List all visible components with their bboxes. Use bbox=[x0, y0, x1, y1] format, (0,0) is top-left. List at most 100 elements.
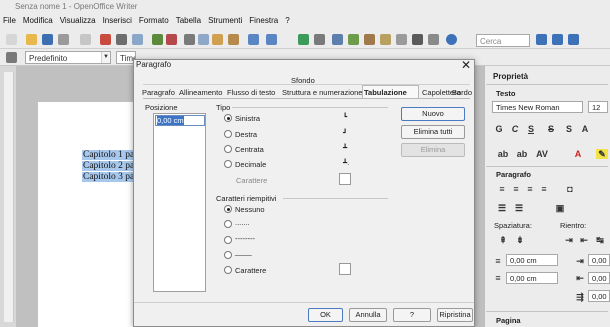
menu-modifica[interactable]: Modifica bbox=[23, 16, 53, 27]
page-section-header[interactable]: Pagina bbox=[496, 316, 521, 325]
fill-dots-label[interactable]: ....... bbox=[235, 218, 250, 227]
gallery-icon[interactable] bbox=[380, 34, 391, 45]
clear-format-icon[interactable]: A bbox=[579, 124, 591, 134]
document-page[interactable] bbox=[38, 102, 138, 327]
position-input[interactable]: 0,00 cm bbox=[155, 115, 205, 126]
cancel-button[interactable]: Annulla bbox=[349, 308, 387, 322]
autospell-icon[interactable] bbox=[166, 34, 177, 45]
paragraph-bg-icon[interactable]: ◘ bbox=[564, 184, 576, 194]
mail-icon[interactable] bbox=[58, 34, 69, 45]
tab-paragrafo[interactable]: Paragrafo bbox=[142, 88, 175, 97]
decimal-char-input[interactable] bbox=[339, 173, 351, 185]
highlight-icon[interactable]: ✎ bbox=[596, 149, 608, 159]
align-center-icon[interactable]: ≡ bbox=[510, 184, 522, 194]
type-left-label[interactable]: Sinistra bbox=[235, 114, 260, 123]
paragraph-style-select[interactable]: Predefinito ▼ bbox=[25, 51, 111, 64]
reset-button[interactable]: Ripristina bbox=[437, 308, 473, 322]
align-justify-icon[interactable]: ≡ bbox=[538, 184, 550, 194]
menu-visualizza[interactable]: Visualizza bbox=[60, 16, 96, 27]
undo-icon[interactable] bbox=[248, 34, 259, 45]
font-color-icon[interactable]: A bbox=[572, 149, 584, 159]
char-spacing-icon[interactable]: AV bbox=[536, 149, 548, 159]
type-center-label[interactable]: Centrata bbox=[235, 145, 264, 154]
save-icon[interactable] bbox=[42, 34, 53, 45]
document-line-1[interactable]: Capitolo 1 pag bbox=[82, 150, 140, 160]
fill-none-radio[interactable] bbox=[224, 205, 232, 213]
indent-before-input[interactable]: 0,00 cm bbox=[588, 254, 610, 266]
menu-help[interactable]: ? bbox=[285, 16, 289, 27]
tab-position-list[interactable] bbox=[153, 113, 206, 292]
strikethrough-icon[interactable]: S bbox=[545, 124, 557, 134]
tab-allineamento[interactable]: Allineamento bbox=[179, 88, 222, 97]
fill-dashes-radio[interactable] bbox=[224, 236, 232, 244]
close-icon[interactable]: ✕ bbox=[461, 58, 471, 72]
format-paint-icon[interactable] bbox=[228, 34, 239, 45]
tab-bordo[interactable]: Bordo bbox=[452, 88, 472, 97]
spacing-below-icon[interactable]: ⇟ bbox=[514, 235, 526, 245]
help-button[interactable]: ? bbox=[393, 308, 431, 322]
hanging-indent-icon[interactable]: ↹ bbox=[594, 235, 606, 245]
borders-icon[interactable]: ▣ bbox=[554, 203, 566, 213]
type-right-label[interactable]: Destra bbox=[235, 130, 257, 139]
type-center-radio[interactable] bbox=[224, 145, 232, 153]
numbering-icon[interactable]: ☰ bbox=[513, 203, 525, 213]
open-icon[interactable] bbox=[26, 34, 37, 45]
menu-file[interactable]: File bbox=[3, 16, 16, 27]
delete-all-button[interactable]: Elimina tutti bbox=[401, 125, 465, 139]
fill-char-radio[interactable] bbox=[224, 266, 232, 274]
fill-underscore-radio[interactable] bbox=[224, 251, 232, 259]
document-line-2[interactable]: Capitolo 2 pag bbox=[82, 161, 140, 171]
sidebar-font-name[interactable]: Times New Roman bbox=[492, 101, 583, 113]
search-input[interactable]: Cerca bbox=[476, 34, 530, 47]
menu-formato[interactable]: Formato bbox=[139, 16, 169, 27]
delete-button[interactable]: Elimina bbox=[401, 143, 465, 157]
edit-icon[interactable] bbox=[80, 34, 91, 45]
menu-finestra[interactable]: Finestra bbox=[249, 16, 278, 27]
menu-tabella[interactable]: Tabella bbox=[176, 16, 201, 27]
tab-sfondo[interactable]: Sfondo bbox=[291, 76, 315, 85]
spacing-below-input[interactable]: 0,00 cm bbox=[506, 272, 558, 284]
fill-none-label[interactable]: Nessuno bbox=[235, 205, 265, 214]
new-icon[interactable] bbox=[6, 34, 17, 45]
help-icon[interactable] bbox=[446, 34, 457, 45]
fill-underscore-label[interactable]: ____ bbox=[235, 247, 252, 256]
bold-icon[interactable]: G bbox=[493, 124, 505, 134]
cut-icon[interactable] bbox=[184, 34, 195, 45]
spacing-above-icon[interactable]: ⇞ bbox=[497, 235, 509, 245]
fill-dashes-label[interactable]: -------- bbox=[235, 234, 255, 243]
menu-strumenti[interactable]: Strumenti bbox=[208, 16, 242, 27]
hyperlink-icon[interactable] bbox=[298, 34, 309, 45]
subscript-icon[interactable]: ab bbox=[516, 149, 528, 159]
chart-icon[interactable] bbox=[348, 34, 359, 45]
italic-icon[interactable]: C bbox=[509, 124, 521, 134]
tab-tabulazione[interactable]: Tabulazione bbox=[364, 88, 407, 97]
pdf-icon[interactable] bbox=[100, 34, 111, 45]
image-icon[interactable] bbox=[332, 34, 343, 45]
find-prev-icon[interactable] bbox=[552, 34, 563, 45]
preview-icon[interactable] bbox=[132, 34, 143, 45]
type-decimal-radio[interactable] bbox=[224, 160, 232, 168]
superscript-icon[interactable]: ab bbox=[497, 149, 509, 159]
indent-after-input[interactable]: 0,00 cm bbox=[588, 272, 610, 284]
paragraph-section-header[interactable]: Paragrafo bbox=[496, 170, 531, 179]
copy-icon[interactable] bbox=[198, 34, 209, 45]
type-right-radio[interactable] bbox=[224, 130, 232, 138]
table-icon[interactable] bbox=[314, 34, 325, 45]
first-line-input[interactable]: 0,00 cm bbox=[588, 290, 610, 302]
align-right-icon[interactable]: ≡ bbox=[524, 184, 536, 194]
datasource-icon[interactable] bbox=[396, 34, 407, 45]
ok-button[interactable]: OK bbox=[308, 308, 343, 322]
zoom-icon[interactable] bbox=[428, 34, 439, 45]
print-icon[interactable] bbox=[116, 34, 127, 45]
new-tab-button[interactable]: Nuovo bbox=[401, 107, 465, 121]
menu-inserisci[interactable]: Inserisci bbox=[103, 16, 132, 27]
navigator-icon[interactable] bbox=[364, 34, 375, 45]
redo-icon[interactable] bbox=[266, 34, 277, 45]
tab-flusso-di-testo[interactable]: Flusso di testo bbox=[227, 88, 275, 97]
indent-increase-icon[interactable]: ⇥ bbox=[563, 235, 575, 245]
type-decimal-label[interactable]: Decimale bbox=[235, 160, 266, 169]
indent-decrease-icon[interactable]: ⇤ bbox=[578, 235, 590, 245]
pilcrow-icon[interactable] bbox=[412, 34, 423, 45]
find-replace-icon[interactable] bbox=[568, 34, 579, 45]
tab-struttura-e-numerazione[interactable]: Struttura e numerazione bbox=[282, 88, 362, 97]
